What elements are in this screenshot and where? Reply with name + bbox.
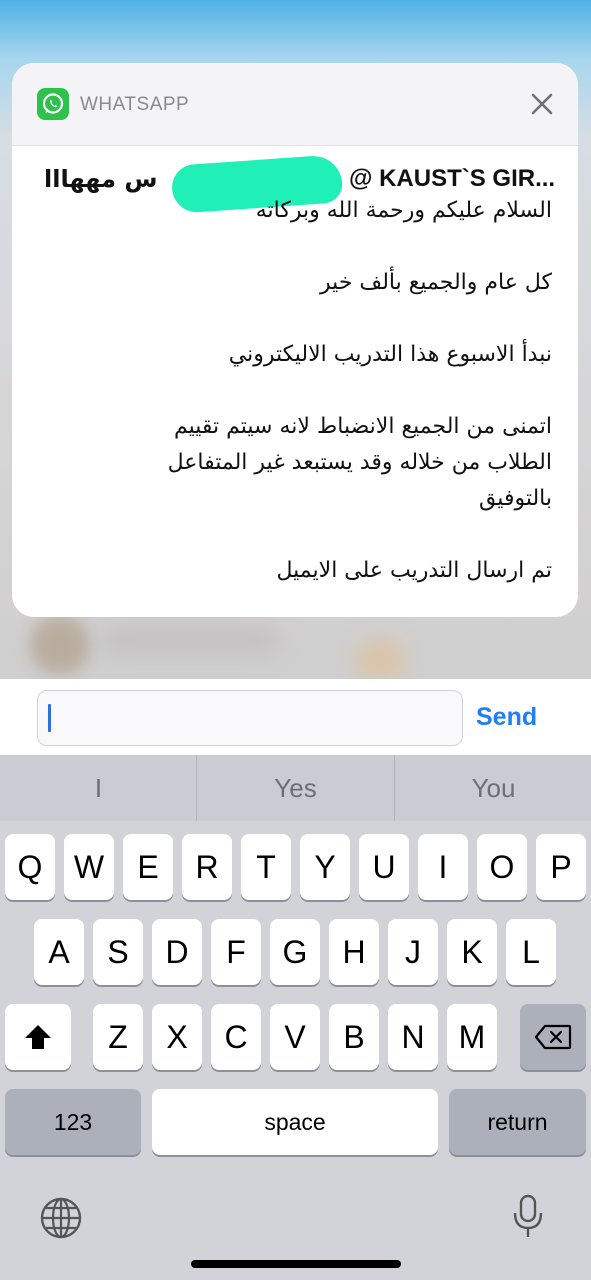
app-name: WHATSAPP — [80, 94, 190, 115]
message-line: اتمنى من الجميع الانضباط لانه سيتم تقييم — [173, 414, 552, 439]
keyboard: I Yes You Q W E R T Y U I O P A S D F G … — [0, 755, 591, 1280]
suggestion-bar: I Yes You — [0, 755, 591, 821]
text-caret — [48, 704, 51, 732]
globe-button[interactable] — [38, 1195, 84, 1241]
sender-name: س مههااا — [44, 165, 158, 193]
message-line: السلام عليكم ورحمة الله وبركاته — [255, 198, 552, 223]
key-o[interactable]: O — [477, 834, 527, 900]
key-z[interactable]: Z — [93, 1004, 143, 1070]
close-icon — [531, 93, 553, 115]
notification-message: السلام عليكم ورحمة الله وبركاته كل عام و… — [52, 193, 552, 589]
dictation-button[interactable] — [510, 1193, 546, 1241]
shift-icon — [25, 1025, 51, 1049]
key-a[interactable]: A — [34, 919, 84, 985]
numbers-key[interactable]: 123 — [5, 1089, 141, 1155]
space-key[interactable]: space — [152, 1089, 438, 1155]
key-h[interactable]: H — [329, 919, 379, 985]
send-button[interactable]: Send — [476, 703, 537, 732]
globe-icon — [40, 1197, 82, 1239]
key-r[interactable]: R — [182, 834, 232, 900]
key-f[interactable]: F — [211, 919, 261, 985]
shift-key[interactable] — [5, 1004, 71, 1070]
reply-input[interactable] — [37, 690, 463, 746]
key-w[interactable]: W — [64, 834, 114, 900]
message-line: تم ارسال التدريب على الايميل — [276, 558, 553, 583]
message-line: كل عام والجميع بألف خير — [320, 270, 552, 295]
key-k[interactable]: K — [447, 919, 497, 985]
key-c[interactable]: C — [211, 1004, 261, 1070]
key-l[interactable]: L — [506, 919, 556, 985]
key-b[interactable]: B — [329, 1004, 379, 1070]
home-indicator[interactable] — [191, 1260, 401, 1268]
key-q[interactable]: Q — [5, 834, 55, 900]
key-s[interactable]: S — [93, 919, 143, 985]
close-button[interactable] — [526, 88, 558, 120]
suggestion-item[interactable]: I — [0, 755, 197, 821]
key-m[interactable]: M — [447, 1004, 497, 1070]
key-v[interactable]: V — [270, 1004, 320, 1070]
backspace-key[interactable] — [520, 1004, 586, 1070]
key-n[interactable]: N — [388, 1004, 438, 1070]
notification-card[interactable]: WHATSAPP س مههااا @ KAUST`S GIR... السلا… — [12, 63, 578, 617]
message-line: نبدأ الاسبوع هذا التدريب الاليكتروني — [228, 342, 552, 367]
message-line: بالتوفيق — [478, 486, 552, 511]
key-i[interactable]: I — [418, 834, 468, 900]
key-p[interactable]: P — [536, 834, 586, 900]
suggestion-item[interactable]: You — [395, 755, 591, 821]
message-line: الطلاب من خلاله وقد يستبعد غير المتفاعل — [167, 450, 552, 475]
microphone-icon — [513, 1194, 543, 1237]
key-j[interactable]: J — [388, 919, 438, 985]
key-d[interactable]: D — [152, 919, 202, 985]
key-x[interactable]: X — [152, 1004, 202, 1070]
reply-bar: Send — [0, 679, 591, 755]
whatsapp-icon — [37, 88, 69, 120]
notification-header: WHATSAPP — [12, 63, 578, 146]
blurred-text — [100, 625, 280, 655]
key-g[interactable]: G — [270, 919, 320, 985]
blurred-avatar — [30, 615, 90, 675]
key-t[interactable]: T — [241, 834, 291, 900]
return-key[interactable]: return — [449, 1089, 586, 1155]
backspace-icon — [534, 1024, 572, 1050]
suggestion-item[interactable]: Yes — [197, 755, 394, 821]
blurred-shape — [355, 640, 405, 680]
key-y[interactable]: Y — [300, 834, 350, 900]
key-u[interactable]: U — [359, 834, 409, 900]
group-name: @ KAUST`S GIR... — [349, 165, 554, 192]
key-e[interactable]: E — [123, 834, 173, 900]
